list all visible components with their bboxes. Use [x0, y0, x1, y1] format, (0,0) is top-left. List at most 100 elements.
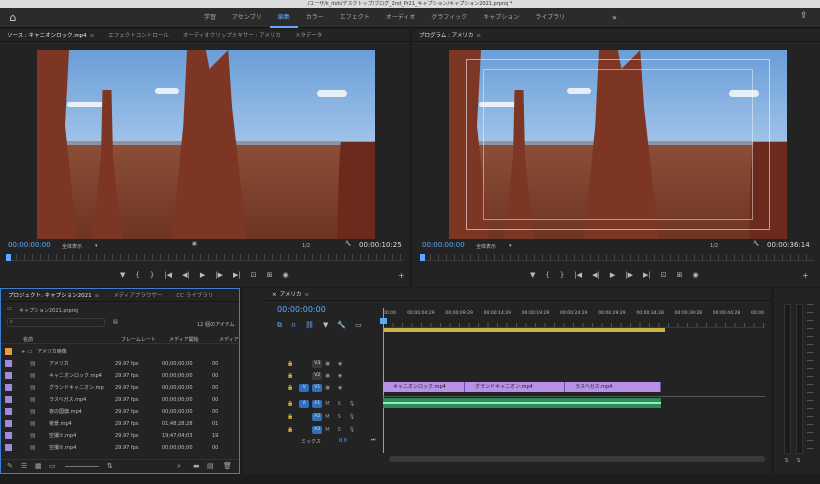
label-color-swatch[interactable] — [5, 396, 12, 403]
go-to-in-icon[interactable]: |◀ — [164, 271, 172, 279]
insert-icon[interactable]: ⊡ — [251, 271, 257, 279]
snap-icon[interactable]: ∩ — [291, 321, 296, 330]
tab-sequence[interactable]: × アメリカ ≡ — [265, 290, 316, 298]
program-timecode-in[interactable]: 00:00:00:00 — [422, 241, 465, 249]
workspace-tab-graphics[interactable]: グラフィック — [423, 8, 475, 28]
workspace-tab-learn[interactable]: 学習 — [196, 8, 224, 28]
microphone-icon[interactable]: 🎙 — [349, 401, 355, 407]
mix-value[interactable]: 0.0 — [339, 438, 347, 444]
workspace-tab-libraries[interactable]: ライブラリ — [527, 8, 573, 28]
list-item[interactable]: ▤ 空撮①.mp4 29.97 fps 19;47;04;03 19 — [5, 430, 235, 441]
track-target-button[interactable]: A3 — [312, 426, 323, 434]
step-back-icon[interactable]: ◀| — [182, 271, 190, 279]
mark-out-icon[interactable]: } — [150, 271, 154, 279]
workspace-tab-audio[interactable]: オーディオ — [378, 8, 424, 28]
list-item[interactable]: ▸ ▭ アメリカ映像 — [5, 346, 235, 357]
audio-clip-grand-canyon[interactable] — [465, 398, 565, 408]
sync-lock-icon[interactable]: ▣ — [325, 361, 330, 367]
source-patch-button[interactable] — [299, 426, 309, 434]
solo-right-button[interactable]: S — [797, 458, 800, 464]
wrench-icon[interactable]: 🔧 — [345, 241, 351, 247]
list-item[interactable]: ▤ グランドキャニオン.mp 29.97 fps 00;00;00;00 00 — [5, 382, 235, 393]
add-icon[interactable]: + — [802, 271, 809, 280]
program-video-frame[interactable] — [449, 50, 787, 239]
freeform-view-icon[interactable]: ▭ — [49, 462, 56, 470]
timeline-playhead[interactable] — [383, 308, 384, 453]
track-target-button[interactable]: V3 — [312, 360, 323, 368]
new-bin-icon[interactable]: ▬ — [193, 462, 200, 470]
captions-icon[interactable]: ▭ — [355, 321, 362, 330]
list-item[interactable]: ▤ 夜景.mp4 29.97 fps 01;48;28;28 01 — [5, 418, 235, 429]
wrench-icon[interactable]: 🔧 — [753, 241, 759, 247]
linked-selection-icon[interactable]: ⛓ — [305, 321, 314, 330]
microphone-icon[interactable]: 🎙 — [349, 414, 355, 420]
tab-program[interactable]: プログラム : アメリカ ≡ — [412, 31, 488, 39]
step-forward-icon[interactable]: |▶ — [215, 271, 223, 279]
marker-icon[interactable]: ▼ — [530, 271, 535, 279]
source-patch-button[interactable] — [299, 413, 309, 421]
lock-icon[interactable]: 🔒 — [287, 385, 293, 391]
source-patch-button[interactable] — [299, 360, 309, 368]
solo-left-button[interactable]: S — [785, 458, 788, 464]
label-color-swatch[interactable] — [5, 360, 12, 367]
source-timecode-in[interactable]: 00:00:00:00 — [8, 241, 51, 249]
tab-effect-controls[interactable]: エフェクトコントロール — [101, 31, 176, 39]
search-input[interactable]: ⌕ — [7, 318, 105, 327]
list-item[interactable]: ▤ アメリカ 29.97 fps 00;00;00;00 00 — [5, 358, 235, 369]
list-item[interactable]: ▤ ラスベガス.mp4 29.97 fps 00;00;00;00 00 — [5, 394, 235, 405]
extract-icon[interactable]: ⊞ — [677, 271, 683, 279]
sync-lock-icon[interactable]: ▣ — [325, 373, 330, 379]
program-fit-select[interactable]: 全体表示 — [476, 243, 496, 250]
source-resolution-select[interactable]: 1/2 — [302, 243, 310, 249]
tab-cc-libraries[interactable]: CC ライブラリ — [169, 291, 220, 299]
audio-clip-canyon-rock[interactable] — [383, 398, 465, 408]
tab-audio-clip-mixer[interactable]: オーディオクリップミキサー : アメリカ — [176, 31, 288, 39]
solo-button[interactable]: S — [338, 414, 341, 420]
clip-canyon-rock[interactable]: キャニオンロック.mp4 — [383, 382, 465, 392]
lift-icon[interactable]: ⊡ — [661, 271, 667, 279]
workspace-tab-assembly[interactable]: アセンブリ — [224, 8, 270, 28]
zoom-slider[interactable] — [65, 466, 99, 467]
clip-icon[interactable]: ▣ — [192, 241, 197, 247]
source-patch-button[interactable] — [299, 372, 309, 380]
label-color-swatch[interactable] — [5, 384, 12, 391]
camera-icon[interactable]: ◉ — [692, 271, 698, 279]
workspace-tab-effects[interactable]: エフェクト — [332, 8, 378, 28]
solo-button[interactable]: S — [338, 427, 341, 433]
track-target-button[interactable]: V2 — [312, 372, 323, 380]
program-scrubber[interactable] — [422, 254, 814, 261]
workspace-tab-color[interactable]: カラー — [298, 8, 332, 28]
playhead-handle[interactable] — [380, 318, 387, 324]
workspace-tab-captions[interactable]: キャプション — [475, 8, 527, 28]
program-playhead[interactable] — [420, 254, 425, 261]
pencil-icon[interactable]: ✎ — [7, 462, 13, 470]
track-target-button[interactable]: A2 — [312, 413, 323, 421]
mute-button[interactable]: M — [325, 427, 329, 433]
label-color-swatch[interactable] — [5, 432, 12, 439]
play-icon[interactable]: ▶ — [200, 271, 205, 279]
add-icon[interactable]: + — [398, 271, 405, 280]
mix-go-to-end-icon[interactable]: ⏭ — [371, 437, 376, 443]
lock-icon[interactable]: 🔒 — [287, 414, 293, 420]
lock-icon[interactable]: 🔒 — [287, 427, 293, 433]
menu-icon[interactable]: ≡ — [476, 33, 481, 39]
eye-icon[interactable]: ◉ — [338, 373, 342, 379]
sync-lock-icon[interactable]: ▣ — [325, 385, 330, 391]
step-back-icon[interactable]: ◀| — [592, 271, 600, 279]
settings-icon[interactable]: ⇪ — [800, 11, 812, 23]
tab-media-browser[interactable]: メディアブラウザー — [106, 291, 169, 299]
timeline-timecode[interactable]: 00:00:00:00 — [277, 305, 326, 314]
chevron-down-icon[interactable]: ▾ — [509, 243, 512, 249]
source-fit-select[interactable]: 全体表示 — [62, 243, 82, 250]
lock-icon[interactable]: 🔒 — [287, 401, 293, 407]
chevron-down-icon[interactable]: ▾ — [95, 243, 98, 249]
lock-icon[interactable]: 🔒 — [287, 361, 293, 367]
tab-project[interactable]: プロジェクト: キャプション2021 ≡ — [1, 291, 106, 299]
label-color-swatch[interactable] — [5, 420, 12, 427]
solo-button[interactable]: S — [338, 401, 341, 407]
tab-metadata[interactable]: メタデータ — [288, 31, 330, 39]
marker-icon[interactable]: ▼ — [323, 321, 328, 330]
column-frame-rate[interactable]: フレームレート — [121, 336, 156, 343]
list-item[interactable]: ▤ キャニオンロック.mp4 29.97 fps 00;00;00;00 00 — [5, 370, 235, 381]
list-item[interactable]: ▤ 空撮②.mp4 29.97 fps 00;00;00;00 00 — [5, 442, 235, 453]
